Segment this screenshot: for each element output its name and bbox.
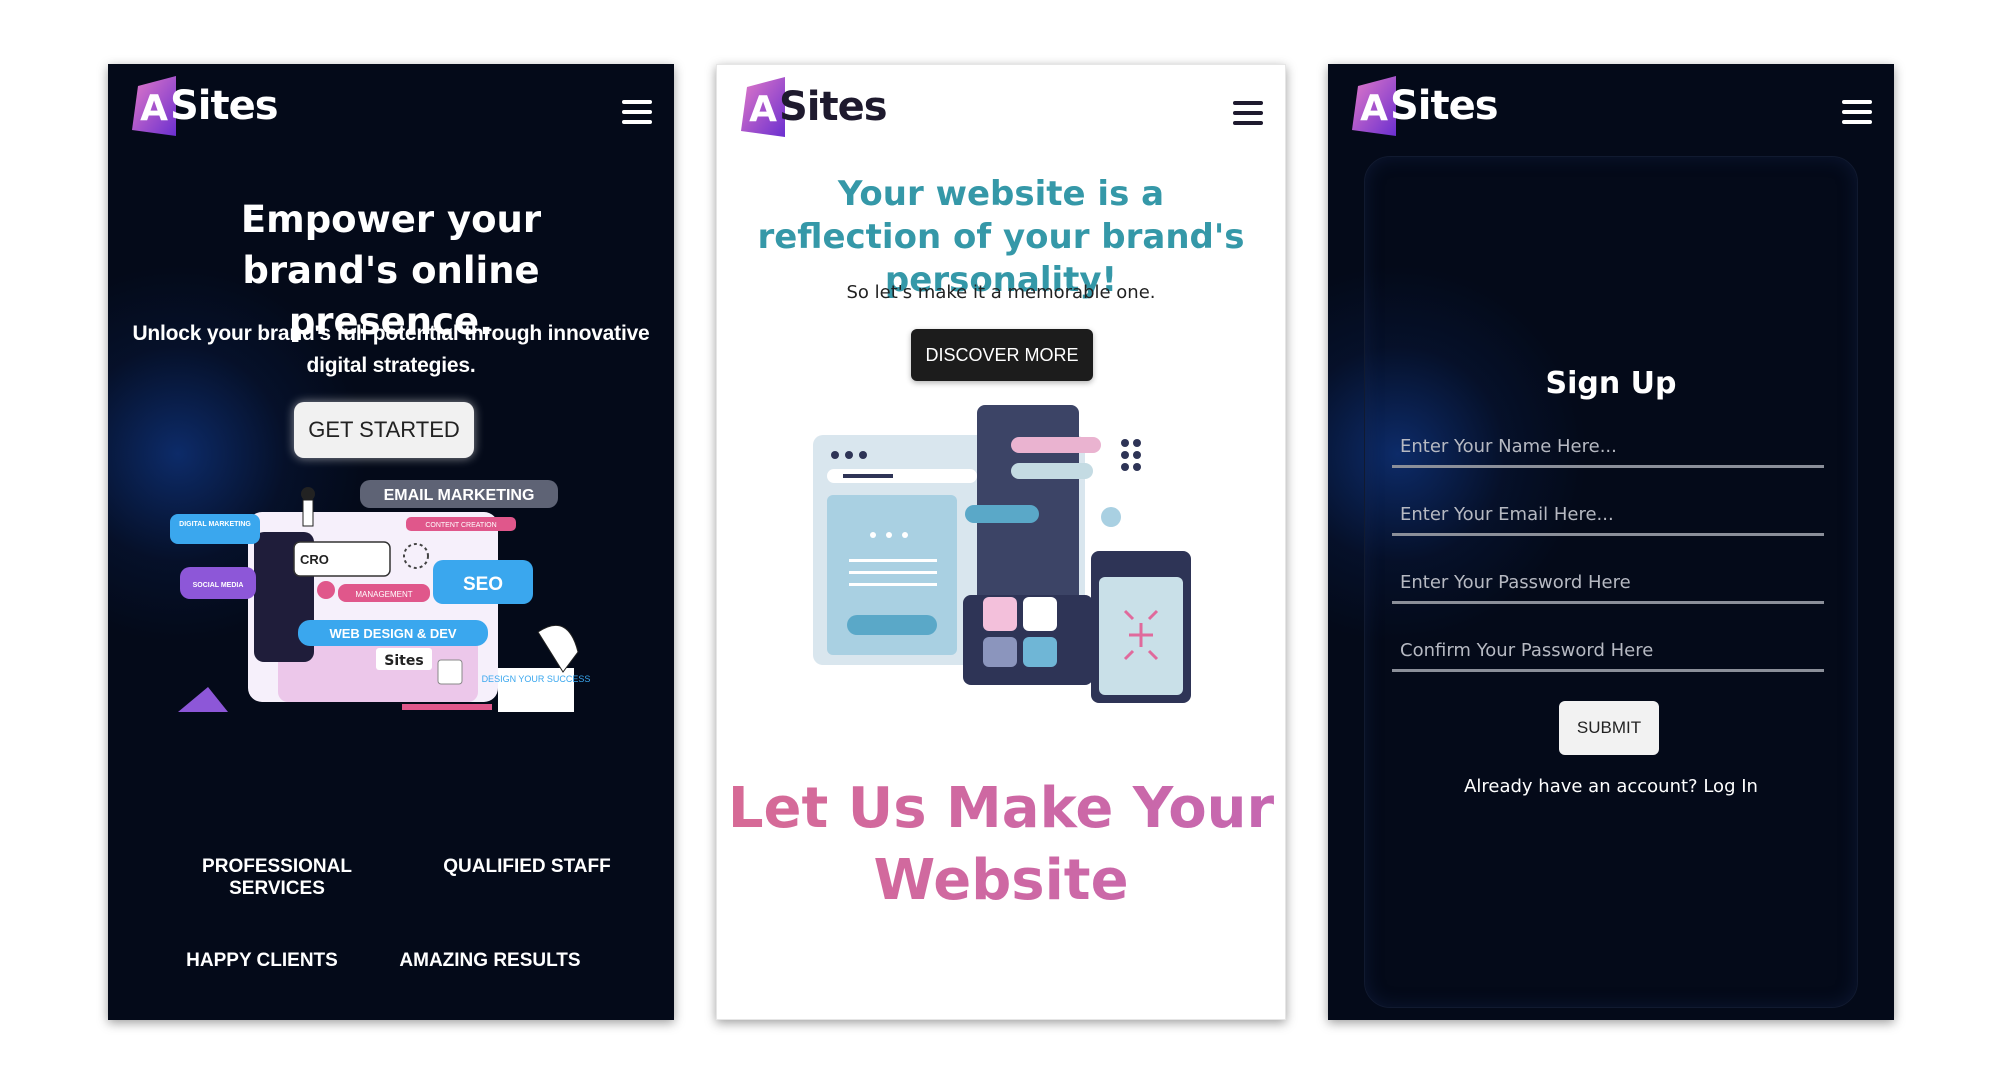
svg-text:A: A	[140, 88, 168, 129]
logo-text: Sites	[1390, 83, 1499, 129]
svg-text:A: A	[749, 89, 777, 130]
login-link[interactable]: Log In	[1703, 776, 1758, 797]
feature-professional-services: PROFESSIONAL SERVICES	[202, 856, 352, 899]
web-design-label: WEB DESIGN & DEV	[329, 626, 456, 641]
logo-text: Sites	[170, 83, 279, 129]
discover-more-button[interactable]: DISCOVER MORE	[911, 329, 1093, 381]
feature-happy-clients: HAPPY CLIENTS	[186, 950, 338, 971]
login-prompt: Already have an account?	[1464, 776, 1698, 797]
screen-signup: A Sites Sign Up SUBMIT Already have an a…	[1328, 64, 1894, 1020]
digital-marketing-label: DIGITAL MARKETING	[179, 521, 251, 528]
confirm-password-field[interactable]	[1392, 632, 1824, 672]
logo[interactable]: A Sites	[1352, 76, 1499, 136]
screen-home-dark: A Sites Empower your brand's online pres…	[108, 64, 674, 1020]
website-ui-illustration	[813, 405, 1191, 703]
password-field[interactable]	[1392, 564, 1824, 604]
hamburger-menu-icon[interactable]	[1233, 101, 1263, 125]
logo[interactable]: A Sites	[741, 77, 888, 137]
hamburger-menu-icon[interactable]	[622, 100, 652, 124]
screen-home-light: A Sites Your website is a reflection of …	[716, 64, 1286, 1020]
hero-subheadline: Unlock your brand's full potential throu…	[132, 322, 650, 377]
illustration-brand-label: Sites	[384, 653, 423, 669]
design-success-label: DESIGN YOUR SUCCESS	[482, 674, 591, 684]
marketing-illustration: EMAIL MARKETING DIGITAL MARKETING CONTEN…	[170, 480, 591, 712]
social-media-label: SOCIAL MEDIA	[193, 582, 244, 589]
get-started-button[interactable]: GET STARTED	[294, 402, 474, 458]
hero-subheadline: So let's make it a memorable one.	[846, 282, 1156, 303]
content-creation-label: CONTENT CREATION	[425, 522, 496, 529]
submit-button[interactable]: SUBMIT	[1559, 701, 1659, 755]
signup-title: Sign Up	[1545, 366, 1677, 401]
management-label: MANAGEMENT	[355, 590, 412, 599]
logo-text: Sites	[779, 84, 888, 130]
login-row: Already have an account? Log In	[1328, 776, 1894, 797]
email-marketing-label: EMAIL MARKETING	[384, 487, 535, 504]
cro-label: CRO	[300, 552, 329, 567]
big-title: Let Us Make Your Website	[717, 773, 1285, 917]
email-field[interactable]	[1392, 496, 1824, 536]
feature-amazing-results: AMAZING RESULTS	[399, 950, 581, 971]
svg-text:A: A	[1360, 88, 1388, 129]
feature-qualified-staff: QUALIFIED STAFF	[443, 856, 611, 877]
name-field[interactable]	[1392, 428, 1824, 468]
logo[interactable]: A Sites	[132, 76, 279, 136]
hamburger-menu-icon[interactable]	[1842, 100, 1872, 124]
seo-label: SEO	[463, 574, 503, 595]
